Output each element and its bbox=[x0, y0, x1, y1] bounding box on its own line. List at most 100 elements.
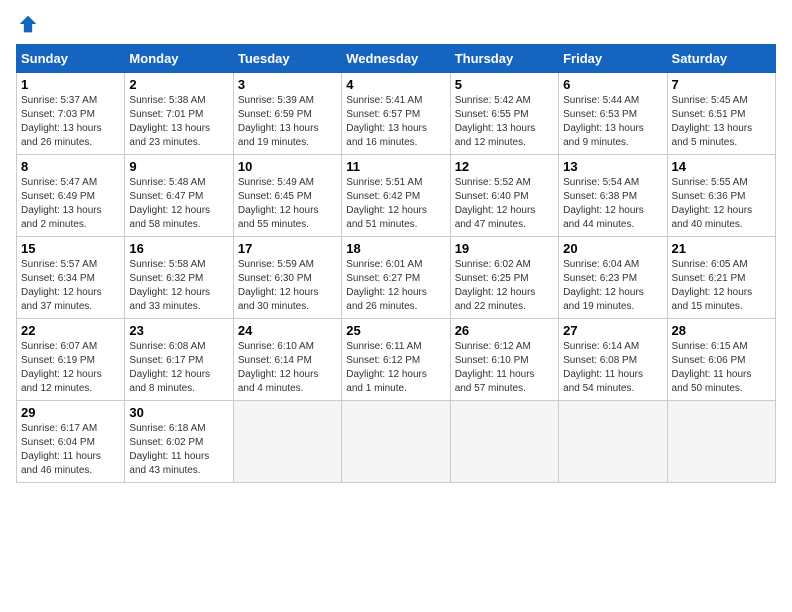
day-number: 24 bbox=[238, 323, 337, 338]
day-number: 28 bbox=[672, 323, 771, 338]
day-info: Sunrise: 5:51 AM Sunset: 6:42 PM Dayligh… bbox=[346, 176, 445, 232]
day-info: Sunrise: 6:02 AM Sunset: 6:25 PM Dayligh… bbox=[455, 258, 554, 314]
calendar-week-2: 8Sunrise: 5:47 AM Sunset: 6:49 PM Daylig… bbox=[17, 155, 776, 237]
calendar-week-4: 22 Sunrise: 6:07 AM Sunset: 6:19 PM Dayli… bbox=[17, 319, 776, 401]
day-info: Sunrise: 5:38 AM Sunset: 7:01 PM Dayligh… bbox=[129, 94, 228, 150]
day-number: 6 bbox=[563, 77, 662, 92]
calendar-header-row: SundayMondayTuesdayWednesdayThursdayFrid… bbox=[17, 45, 776, 73]
day-number: 18 bbox=[346, 241, 445, 256]
day-number: 16 bbox=[129, 241, 228, 256]
day-info: Sunrise: 5:59 AM Sunset: 6:30 PM Dayligh… bbox=[238, 258, 337, 314]
day-number: 30 bbox=[129, 405, 228, 420]
day-number: 3 bbox=[238, 77, 337, 92]
calendar-day: 11 Sunrise: 5:51 AM Sunset: 6:42 PM Dayli… bbox=[342, 155, 450, 237]
calendar-header-monday: Monday bbox=[125, 45, 233, 73]
day-info: Sunrise: 5:54 AM Sunset: 6:38 PM Dayligh… bbox=[563, 176, 662, 232]
calendar-day bbox=[559, 401, 667, 483]
calendar-table: SundayMondayTuesdayWednesdayThursdayFrid… bbox=[16, 44, 776, 483]
day-info: Sunrise: 6:01 AM Sunset: 6:27 PM Dayligh… bbox=[346, 258, 445, 314]
calendar-day: 24 Sunrise: 6:10 AM Sunset: 6:14 PM Dayli… bbox=[233, 319, 341, 401]
calendar-week-5: 29 Sunrise: 6:17 AM Sunset: 6:04 PM Dayli… bbox=[17, 401, 776, 483]
calendar-day bbox=[667, 401, 775, 483]
day-info: Sunrise: 5:42 AM Sunset: 6:55 PM Dayligh… bbox=[455, 94, 554, 150]
calendar-day: 30 Sunrise: 6:18 AM Sunset: 6:02 PM Dayli… bbox=[125, 401, 233, 483]
day-number: 29 bbox=[21, 405, 120, 420]
day-info: Sunrise: 5:52 AM Sunset: 6:40 PM Dayligh… bbox=[455, 176, 554, 232]
day-number: 12 bbox=[455, 159, 554, 174]
calendar-day: 5 Sunrise: 5:42 AM Sunset: 6:55 PM Daylig… bbox=[450, 73, 558, 155]
day-info: Sunrise: 5:49 AM Sunset: 6:45 PM Dayligh… bbox=[238, 176, 337, 232]
calendar-day: 1Sunrise: 5:37 AM Sunset: 7:03 PM Daylig… bbox=[17, 73, 125, 155]
day-info: Sunrise: 5:48 AM Sunset: 6:47 PM Dayligh… bbox=[129, 176, 228, 232]
day-info: Sunrise: 6:10 AM Sunset: 6:14 PM Dayligh… bbox=[238, 340, 337, 396]
day-number: 8 bbox=[21, 159, 120, 174]
day-number: 22 bbox=[21, 323, 120, 338]
calendar-week-1: 1Sunrise: 5:37 AM Sunset: 7:03 PM Daylig… bbox=[17, 73, 776, 155]
day-number: 15 bbox=[21, 241, 120, 256]
day-info: Sunrise: 6:08 AM Sunset: 6:17 PM Dayligh… bbox=[129, 340, 228, 396]
calendar-day: 13 Sunrise: 5:54 AM Sunset: 6:38 PM Dayli… bbox=[559, 155, 667, 237]
page-header bbox=[16, 16, 776, 36]
calendar-day: 3 Sunrise: 5:39 AM Sunset: 6:59 PM Daylig… bbox=[233, 73, 341, 155]
calendar-day: 29 Sunrise: 6:17 AM Sunset: 6:04 PM Dayli… bbox=[17, 401, 125, 483]
calendar-day: 21 Sunrise: 6:05 AM Sunset: 6:21 PM Dayli… bbox=[667, 237, 775, 319]
day-info: Sunrise: 6:14 AM Sunset: 6:08 PM Dayligh… bbox=[563, 340, 662, 396]
day-number: 21 bbox=[672, 241, 771, 256]
calendar-day: 9 Sunrise: 5:48 AM Sunset: 6:47 PM Daylig… bbox=[125, 155, 233, 237]
calendar-day: 12 Sunrise: 5:52 AM Sunset: 6:40 PM Dayli… bbox=[450, 155, 558, 237]
calendar-day: 16 Sunrise: 5:58 AM Sunset: 6:32 PM Dayli… bbox=[125, 237, 233, 319]
calendar-day: 27 Sunrise: 6:14 AM Sunset: 6:08 PM Dayli… bbox=[559, 319, 667, 401]
calendar-day: 17Sunrise: 5:59 AM Sunset: 6:30 PM Dayli… bbox=[233, 237, 341, 319]
day-info: Sunrise: 5:44 AM Sunset: 6:53 PM Dayligh… bbox=[563, 94, 662, 150]
logo-icon bbox=[18, 14, 38, 34]
calendar-day: 10 Sunrise: 5:49 AM Sunset: 6:45 PM Dayli… bbox=[233, 155, 341, 237]
calendar-day: 7 Sunrise: 5:45 AM Sunset: 6:51 PM Daylig… bbox=[667, 73, 775, 155]
calendar-day: 25 Sunrise: 6:11 AM Sunset: 6:12 PM Dayli… bbox=[342, 319, 450, 401]
calendar-day: 6 Sunrise: 5:44 AM Sunset: 6:53 PM Daylig… bbox=[559, 73, 667, 155]
calendar-day: 28 Sunrise: 6:15 AM Sunset: 6:06 PM Dayli… bbox=[667, 319, 775, 401]
calendar-header-saturday: Saturday bbox=[667, 45, 775, 73]
day-number: 27 bbox=[563, 323, 662, 338]
calendar-day: 26 Sunrise: 6:12 AM Sunset: 6:10 PM Dayli… bbox=[450, 319, 558, 401]
day-number: 26 bbox=[455, 323, 554, 338]
calendar-day: 20Sunrise: 6:04 AM Sunset: 6:23 PM Dayli… bbox=[559, 237, 667, 319]
day-number: 4 bbox=[346, 77, 445, 92]
calendar-header-thursday: Thursday bbox=[450, 45, 558, 73]
day-number: 10 bbox=[238, 159, 337, 174]
day-number: 20 bbox=[563, 241, 662, 256]
day-info: Sunrise: 5:58 AM Sunset: 6:32 PM Dayligh… bbox=[129, 258, 228, 314]
day-info: Sunrise: 6:18 AM Sunset: 6:02 PM Dayligh… bbox=[129, 422, 228, 478]
day-number: 5 bbox=[455, 77, 554, 92]
day-info: Sunrise: 6:17 AM Sunset: 6:04 PM Dayligh… bbox=[21, 422, 120, 478]
day-number: 9 bbox=[129, 159, 228, 174]
calendar-day bbox=[342, 401, 450, 483]
day-info: Sunrise: 6:15 AM Sunset: 6:06 PM Dayligh… bbox=[672, 340, 771, 396]
logo bbox=[16, 16, 38, 36]
day-info: Sunrise: 6:07 AM Sunset: 6:19 PM Dayligh… bbox=[21, 340, 120, 396]
day-info: Sunrise: 5:39 AM Sunset: 6:59 PM Dayligh… bbox=[238, 94, 337, 150]
day-info: Sunrise: 6:12 AM Sunset: 6:10 PM Dayligh… bbox=[455, 340, 554, 396]
day-number: 14 bbox=[672, 159, 771, 174]
day-info: Sunrise: 5:41 AM Sunset: 6:57 PM Dayligh… bbox=[346, 94, 445, 150]
calendar-day: 19Sunrise: 6:02 AM Sunset: 6:25 PM Dayli… bbox=[450, 237, 558, 319]
day-number: 25 bbox=[346, 323, 445, 338]
calendar-header-friday: Friday bbox=[559, 45, 667, 73]
day-number: 23 bbox=[129, 323, 228, 338]
calendar-day: 15 Sunrise: 5:57 AM Sunset: 6:34 PM Dayli… bbox=[17, 237, 125, 319]
calendar-day: 18 Sunrise: 6:01 AM Sunset: 6:27 PM Dayli… bbox=[342, 237, 450, 319]
day-info: Sunrise: 5:57 AM Sunset: 6:34 PM Dayligh… bbox=[21, 258, 120, 314]
calendar-header-sunday: Sunday bbox=[17, 45, 125, 73]
day-number: 11 bbox=[346, 159, 445, 174]
day-info: Sunrise: 6:05 AM Sunset: 6:21 PM Dayligh… bbox=[672, 258, 771, 314]
day-number: 2 bbox=[129, 77, 228, 92]
day-info: Sunrise: 5:45 AM Sunset: 6:51 PM Dayligh… bbox=[672, 94, 771, 150]
calendar-day: 8Sunrise: 5:47 AM Sunset: 6:49 PM Daylig… bbox=[17, 155, 125, 237]
day-info: Sunrise: 5:55 AM Sunset: 6:36 PM Dayligh… bbox=[672, 176, 771, 232]
calendar-day: 4 Sunrise: 5:41 AM Sunset: 6:57 PM Daylig… bbox=[342, 73, 450, 155]
day-number: 13 bbox=[563, 159, 662, 174]
calendar-header-tuesday: Tuesday bbox=[233, 45, 341, 73]
calendar-day: 2 Sunrise: 5:38 AM Sunset: 7:01 PM Daylig… bbox=[125, 73, 233, 155]
day-info: Sunrise: 6:11 AM Sunset: 6:12 PM Dayligh… bbox=[346, 340, 445, 396]
day-number: 7 bbox=[672, 77, 771, 92]
calendar-day: 22 Sunrise: 6:07 AM Sunset: 6:19 PM Dayli… bbox=[17, 319, 125, 401]
